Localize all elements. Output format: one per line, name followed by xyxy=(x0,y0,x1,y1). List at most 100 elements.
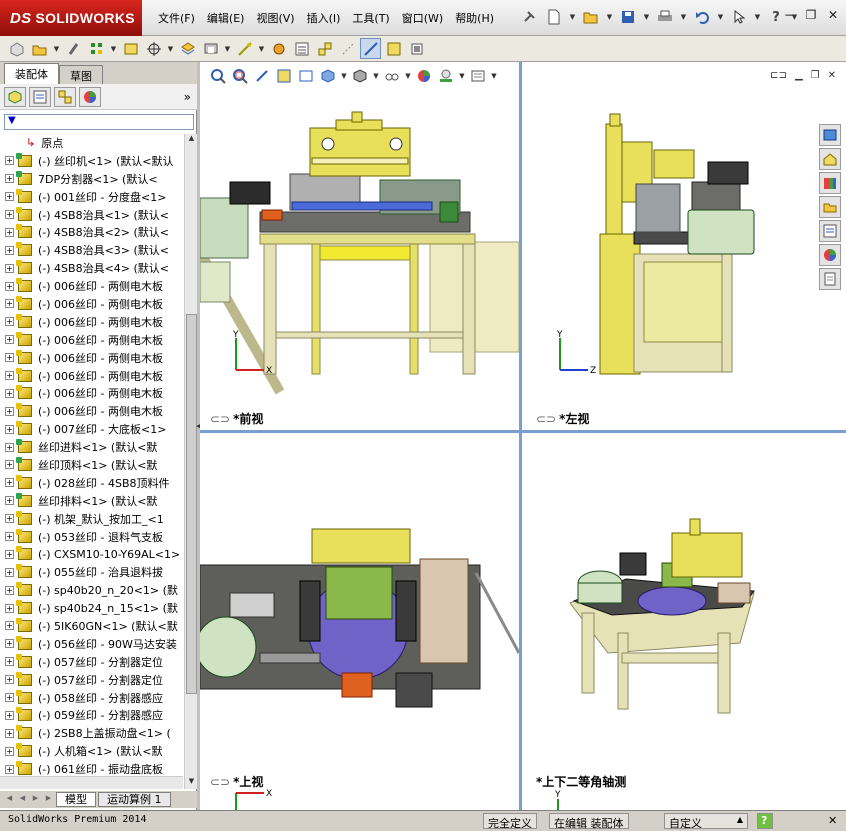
tree-item[interactable]: + 丝印顶料<1> (默认<默 xyxy=(0,456,183,474)
more-tabs-icon[interactable]: » xyxy=(184,90,191,104)
expand-icon[interactable]: + xyxy=(5,281,14,291)
menu-window[interactable]: 窗口(W) xyxy=(396,10,449,26)
expand-icon[interactable]: + xyxy=(5,388,14,398)
tree-item[interactable]: + (-) 001丝印 - 分度盘<1> xyxy=(0,188,183,206)
link-views-icon[interactable]: ⊏⊐ xyxy=(770,70,787,81)
tree-item[interactable]: + (-) 4SB8治具<3> (默认< xyxy=(0,241,183,259)
scroll-up-icon[interactable]: ▲ xyxy=(186,134,197,146)
move-dropdown-icon[interactable]: ▼ xyxy=(166,38,175,60)
tree-item[interactable]: + (-) 007丝印 - 大底板<1> xyxy=(0,420,183,438)
menu-tools[interactable]: 工具(T) xyxy=(346,10,395,26)
pattern-icon[interactable] xyxy=(86,38,107,59)
tree-item[interactable]: + (-) 056丝印 - 90W马达安装 xyxy=(0,635,183,653)
scene-dropdown-icon[interactable]: ▼ xyxy=(458,65,466,87)
graphics-area[interactable]: ▼ ▼ ▼ ▼ ▼ ⊏⊐ ▁ ❐ ✕ Y X ⊂⊃ *前视 Y Z ⊂⊃ *左视… xyxy=(200,62,846,810)
tree-item[interactable]: + (-) 006丝印 - 两侧电木板 xyxy=(0,331,183,349)
tree-item[interactable]: + (-) 006丝印 - 两侧电木板 xyxy=(0,295,183,313)
expand-icon[interactable]: + xyxy=(5,156,14,166)
instant3d-icon[interactable] xyxy=(406,38,427,59)
tree-item[interactable]: +7DP分割器<1> (默认< xyxy=(0,170,183,188)
expand-icon[interactable]: + xyxy=(5,675,14,685)
expand-icon[interactable]: + xyxy=(5,317,14,327)
configuration-manager-icon[interactable] xyxy=(54,86,76,107)
tab-prev-icon[interactable]: ◀ xyxy=(17,794,28,806)
help-quick-tip-button[interactable]: ? xyxy=(757,813,773,829)
search-icon[interactable] xyxy=(819,268,841,290)
expand-icon[interactable]: + xyxy=(5,478,14,488)
display-dropdown-icon[interactable]: ▼ xyxy=(372,65,380,87)
minimize-viewport-icon[interactable]: ▁ xyxy=(795,70,803,81)
select-icon[interactable] xyxy=(728,6,750,28)
expand-icon[interactable]: + xyxy=(5,210,14,219)
insert-dropdown-icon[interactable]: ▼ xyxy=(52,38,61,60)
tree-item[interactable]: + (-) 006丝印 - 两侧电木板 xyxy=(0,277,183,295)
minimize-button[interactable]: − xyxy=(780,8,798,24)
menu-view[interactable]: 视图(V) xyxy=(250,10,300,26)
unit-system-select[interactable]: 自定义 ▲ xyxy=(664,813,748,830)
interference-icon[interactable] xyxy=(360,38,381,59)
expand-icon[interactable]: + xyxy=(5,496,14,506)
expand-icon[interactable]: + xyxy=(5,567,14,577)
features-dropdown-icon[interactable]: ▼ xyxy=(223,38,232,60)
file-explorer-icon[interactable] xyxy=(819,172,841,194)
expand-icon[interactable]: + xyxy=(5,657,14,667)
expand-icon[interactable]: + xyxy=(5,764,14,774)
menu-help[interactable]: 帮助(H) xyxy=(449,10,500,26)
reference-dropdown-icon[interactable]: ▼ xyxy=(257,38,266,60)
smart-fastener-icon[interactable] xyxy=(120,38,141,59)
expand-icon[interactable]: + xyxy=(5,460,14,470)
tree-item[interactable]: + (-) 4SB8治具<2> (默认< xyxy=(0,223,183,241)
tree-item[interactable]: + (-) 4SB8治具<4> (默认< xyxy=(0,259,183,277)
display-manager-icon[interactable] xyxy=(79,86,101,107)
zoom-area-icon[interactable] xyxy=(230,66,250,86)
assembly-features-icon[interactable] xyxy=(200,38,221,59)
tree-item[interactable]: + (-) 053丝印 - 退料气支板 xyxy=(0,528,183,546)
tree-item[interactable]: + (-) 006丝印 - 两侧电木板 xyxy=(0,313,183,331)
viewport-front[interactable]: Y X ⊂⊃ *前视 xyxy=(200,62,519,430)
mate-icon[interactable] xyxy=(63,38,84,59)
expand-icon[interactable]: + xyxy=(5,263,14,273)
tree-item[interactable]: + (-) 006丝印 - 两侧电木板 xyxy=(0,349,183,367)
dynamic-annotation-icon[interactable] xyxy=(296,66,316,86)
tree-item[interactable]: + (-) 057丝印 - 分割器定位 xyxy=(0,671,183,689)
design-library-icon[interactable] xyxy=(819,148,841,170)
tree-item[interactable]: + (-) 4SB8治具<1> (默认< xyxy=(0,206,183,224)
tab-motion-study[interactable]: 运动算例 1 xyxy=(98,792,171,807)
tree-item[interactable]: + (-) 006丝印 - 两侧电木板 xyxy=(0,402,183,420)
feature-manager-icon[interactable] xyxy=(4,86,26,107)
edit-appearance-icon[interactable] xyxy=(414,66,434,86)
menu-file[interactable]: 文件(F) xyxy=(152,10,201,26)
tab-first-icon[interactable]: ◀ xyxy=(4,794,15,806)
insert-component-icon[interactable] xyxy=(29,38,50,59)
tree-item[interactable]: + (-) 059丝印 - 分割器感应 xyxy=(0,707,183,725)
edit-component-icon[interactable] xyxy=(6,38,27,59)
display-style-icon[interactable] xyxy=(350,66,370,86)
tree-item[interactable]: + (-) 006丝印 - 两侧电木板 xyxy=(0,367,183,385)
hide-show-icon[interactable] xyxy=(382,66,402,86)
property-manager-icon[interactable] xyxy=(29,86,51,107)
expand-icon[interactable]: + xyxy=(5,639,14,649)
undo-icon[interactable] xyxy=(691,6,713,28)
status-close-icon[interactable]: ✕ xyxy=(824,813,841,829)
print-icon[interactable] xyxy=(654,6,676,28)
tree-item[interactable]: + (-) 058丝印 - 分割器感应 xyxy=(0,689,183,707)
expand-icon[interactable]: + xyxy=(5,710,14,720)
tree-item[interactable]: + 丝印进料<1> (默认<默 xyxy=(0,438,183,456)
tree-origin[interactable]: ↳ 原点 xyxy=(0,134,183,152)
settings-dropdown-icon[interactable]: ▼ xyxy=(490,65,498,87)
exploded-view-icon[interactable] xyxy=(314,38,335,59)
move-component-icon[interactable] xyxy=(143,38,164,59)
pattern-dropdown-icon[interactable]: ▼ xyxy=(109,38,118,60)
select-dropdown-icon[interactable]: ▼ xyxy=(753,6,762,28)
zoom-fit-icon[interactable] xyxy=(208,66,228,86)
save-dropdown-icon[interactable]: ▼ xyxy=(642,6,651,28)
expand-icon[interactable]: + xyxy=(5,245,14,255)
expand-icon[interactable]: + xyxy=(5,442,14,452)
expand-icon[interactable]: + xyxy=(5,406,14,416)
viewport-horizontal-divider[interactable] xyxy=(200,430,846,433)
expand-icon[interactable]: + xyxy=(5,585,14,595)
tree-item[interactable]: + (-) sp40b24_n_15<1> (默 xyxy=(0,599,183,617)
tree-item[interactable]: + 丝印排料<1> (默认<默 xyxy=(0,492,183,510)
tab-sketch[interactable]: 草图 xyxy=(59,65,103,84)
previous-view-icon[interactable] xyxy=(252,66,272,86)
